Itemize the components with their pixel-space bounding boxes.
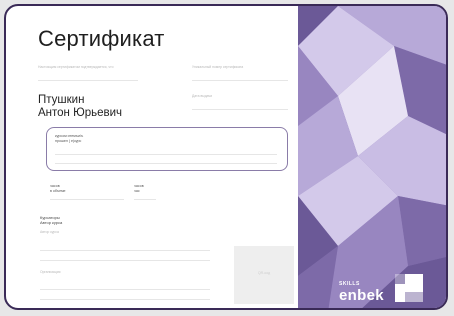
brand-logo-icon bbox=[395, 274, 423, 302]
courseware-block: Курсаторы Автор курса bbox=[40, 215, 62, 225]
recipient-given-names: Антон Юрьевич bbox=[38, 107, 123, 119]
divider bbox=[40, 250, 210, 251]
course-box: курсом итемъи/ъ прошел ( е)курс bbox=[46, 127, 288, 171]
divider bbox=[38, 80, 138, 81]
qr-code-placeholder: QR-код bbox=[234, 246, 294, 304]
divider bbox=[40, 299, 210, 300]
hours-value: часов bbox=[134, 184, 144, 188]
course-text: курсом итемъи/ъ прошел ( е)курс bbox=[55, 134, 83, 143]
certificate-title: Сертификат bbox=[38, 26, 165, 51]
issue-date-label: Дата выдачи bbox=[192, 94, 213, 98]
divider bbox=[40, 289, 210, 290]
recipient-surname: Птушкин bbox=[38, 94, 85, 106]
unique-number-label: Уникальный номер сертификата bbox=[192, 65, 244, 69]
course-line-2: прошел ( е)курс bbox=[55, 138, 82, 143]
divider bbox=[55, 154, 277, 155]
geometric-pattern bbox=[298, 6, 446, 308]
volume-line-2: в объеме bbox=[50, 188, 66, 193]
author-org-label: Организация bbox=[40, 270, 61, 274]
qr-label: QR-код bbox=[257, 271, 271, 275]
divider bbox=[134, 199, 156, 200]
decorative-panel bbox=[298, 6, 446, 308]
hours-field: часов час bbox=[134, 184, 144, 193]
hours-unit: час bbox=[134, 188, 140, 193]
author-label: Автор курса bbox=[40, 230, 59, 234]
divider bbox=[40, 260, 210, 261]
divider bbox=[50, 199, 124, 200]
divider bbox=[192, 109, 288, 110]
certificate-card: Сертификат Настоящим сертификатом подтве… bbox=[4, 4, 448, 310]
divider bbox=[192, 80, 288, 81]
issued-to-label: Настоящим сертификатом подтверждается, ч… bbox=[38, 65, 114, 69]
divider bbox=[55, 163, 277, 164]
courseware-line-2: Автор курса bbox=[40, 220, 63, 225]
course-line-1: курсом итемъи/ъ bbox=[55, 134, 84, 138]
recipient-name: Птушкин Антон Юрьевич bbox=[38, 94, 122, 120]
volume-label: часов в объеме bbox=[50, 184, 66, 193]
brand-name: enbek bbox=[339, 287, 384, 304]
